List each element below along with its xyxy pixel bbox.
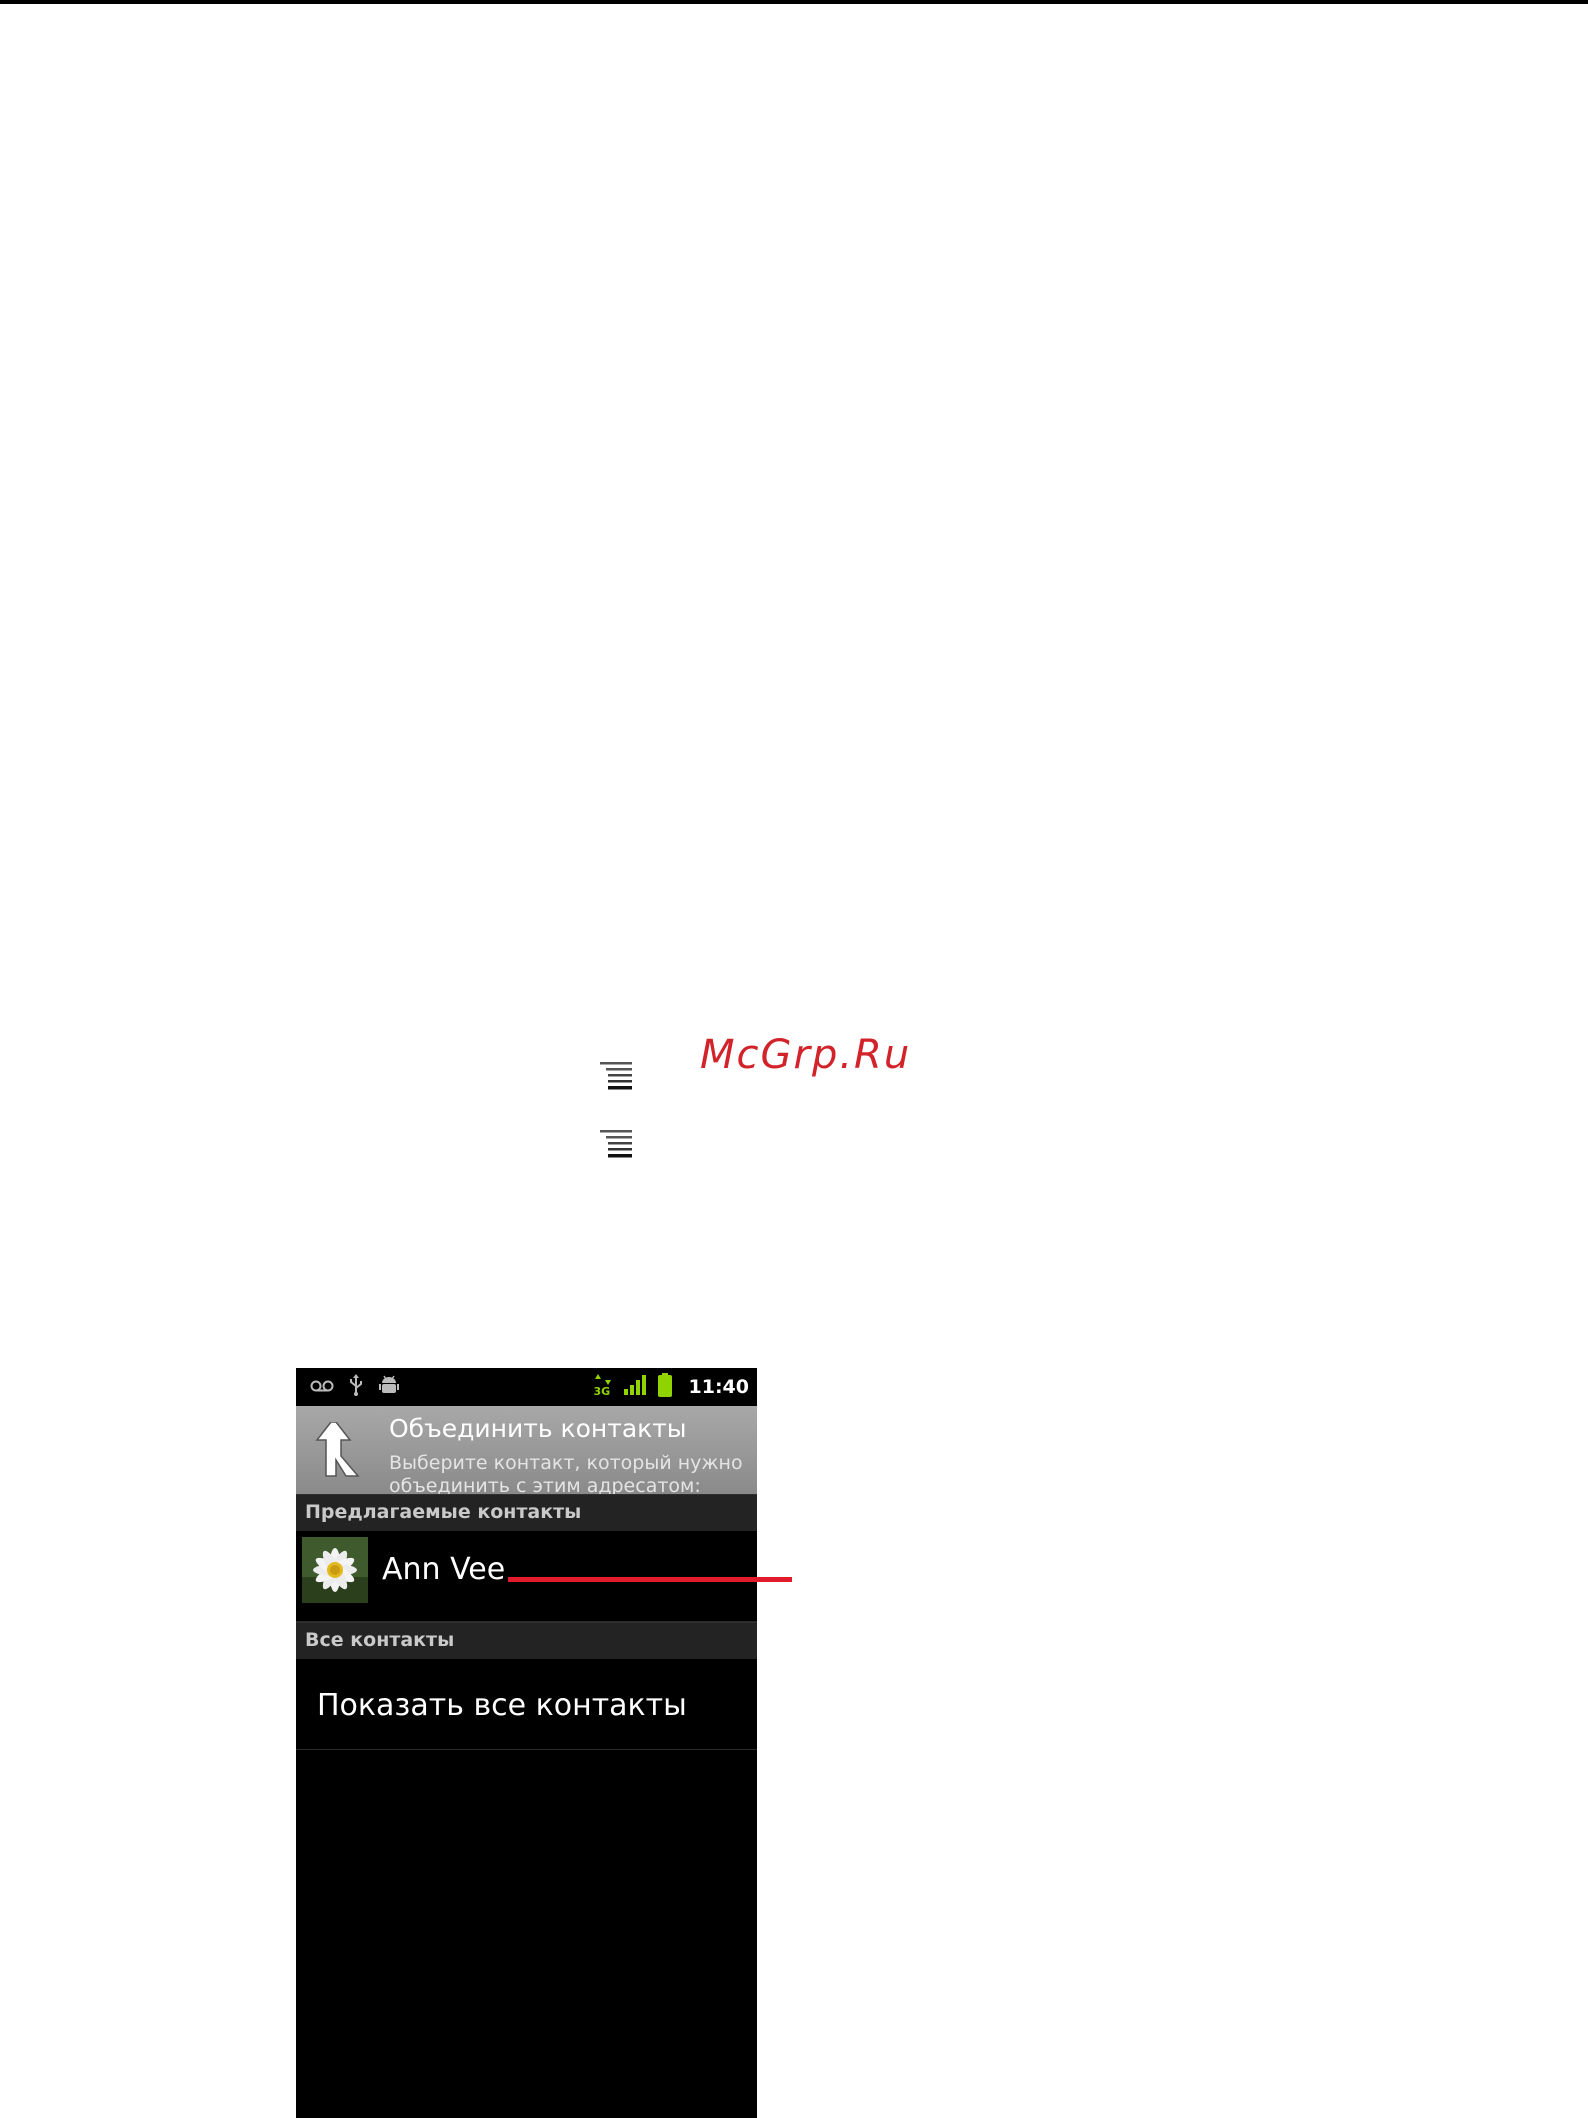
watermark: McGrp.Ru (700, 1032, 912, 1078)
signal-bars-icon (623, 1375, 647, 1399)
screen-title: Объединить контакты (389, 1414, 687, 1443)
voicemail-icon (310, 1378, 334, 1397)
section-header-all: Все контакты (296, 1622, 757, 1659)
contact-avatar (302, 1537, 368, 1603)
network-type-label: 3G (593, 1385, 611, 1398)
android-debug-icon (378, 1375, 400, 1399)
status-clock: 11:40 (688, 1376, 749, 1398)
phone-screenshot: 3G 11:40 Объединить контакты Выберите ко… (296, 1368, 757, 2118)
usb-icon (348, 1374, 364, 1400)
battery-icon (657, 1373, 673, 1401)
callout-line (508, 1577, 792, 1582)
page-top-rule (0, 0, 1588, 4)
menu-key-icon (596, 1128, 636, 1162)
3g-data-icon: 3G (593, 1374, 613, 1400)
title-bar: Объединить контакты Выберите контакт, ко… (296, 1406, 757, 1520)
show-all-contacts-label: Показать все контакты (317, 1688, 687, 1723)
section-header-label: Все контакты (305, 1629, 455, 1651)
status-bar: 3G 11:40 (296, 1368, 757, 1406)
menu-key-icon (596, 1060, 636, 1094)
section-header-suggested: Предлагаемые контакты (296, 1494, 757, 1531)
section-header-label: Предлагаемые контакты (305, 1501, 582, 1523)
contact-name: Ann Vee (382, 1552, 506, 1587)
merge-contacts-icon (314, 1421, 362, 1478)
show-all-contacts-button[interactable]: Показать все контакты (296, 1659, 757, 1750)
